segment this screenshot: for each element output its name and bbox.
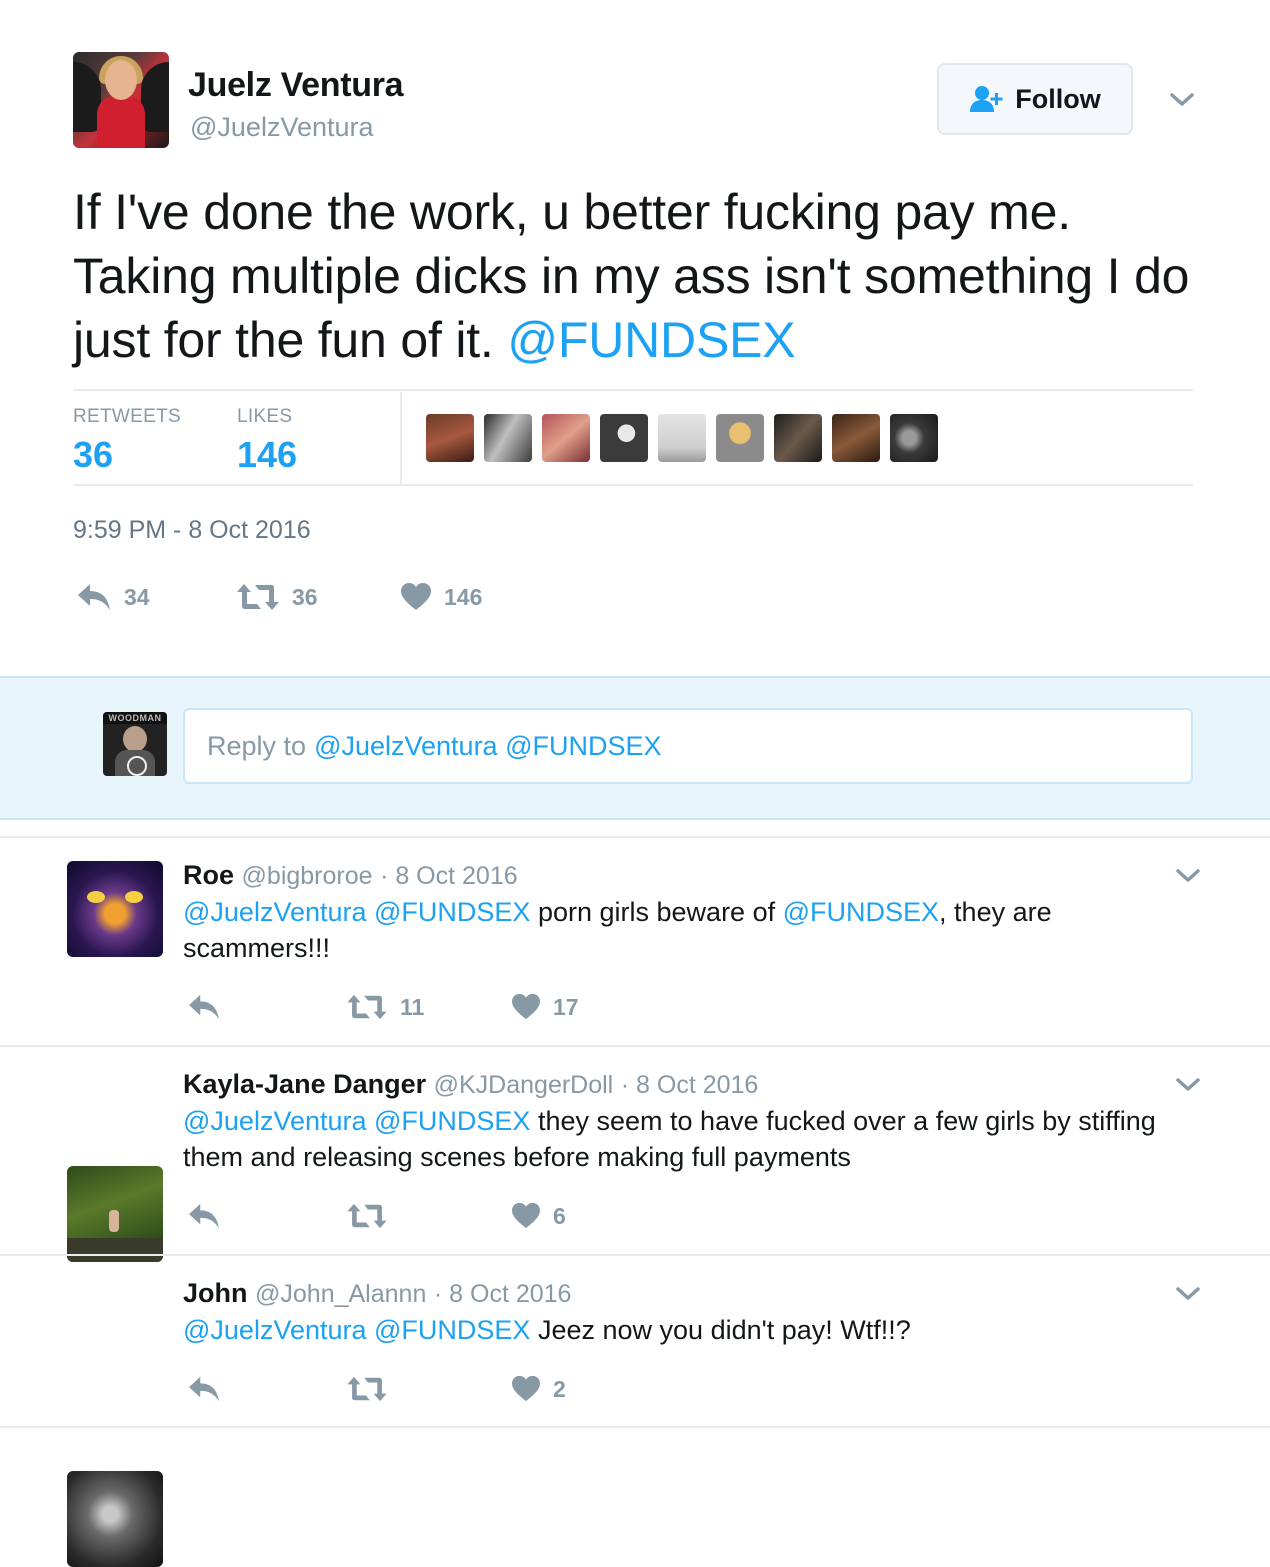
reply-placeholder-prefix: Reply to	[207, 730, 307, 761]
like-button[interactable]: 6	[511, 1202, 566, 1230]
liker-avatar[interactable]	[716, 414, 764, 462]
reply-author-name[interactable]: John	[183, 1278, 248, 1308]
chevron-down-icon[interactable]	[1173, 1069, 1203, 1099]
divider	[73, 389, 1193, 391]
like-count: 2	[553, 1375, 566, 1402]
retweet-count: 36	[292, 583, 318, 610]
retweet-button[interactable]: 11	[346, 993, 424, 1021]
liker-avatar[interactable]	[658, 414, 706, 462]
divider	[0, 836, 1270, 838]
author-avatar[interactable]	[73, 52, 169, 148]
like-button[interactable]: 2	[511, 1375, 566, 1403]
like-count: 17	[553, 993, 579, 1020]
reply-author-handle[interactable]: @bigbroroe	[242, 862, 373, 890]
liker-avatar[interactable]	[774, 414, 822, 462]
author-name[interactable]: Juelz Ventura	[188, 66, 404, 105]
reply-avatar[interactable]	[67, 1471, 163, 1567]
reply-mentions[interactable]: @JuelzVentura @FUNDSEX	[183, 897, 530, 927]
liker-avatar[interactable]	[890, 414, 938, 462]
follow-label: Follow	[1015, 83, 1101, 114]
reply-header: Kayla-Jane Danger @KJDangerDoll · 8 Oct …	[183, 1069, 758, 1100]
reply-button[interactable]	[187, 1202, 221, 1230]
reply-avatar[interactable]	[67, 1166, 163, 1262]
reply-text: @JuelzVentura @FUNDSEX they seem to have…	[183, 1103, 1193, 1175]
tweet-mention-link[interactable]: @FUNDSEX	[507, 312, 795, 368]
tweet-text: If I've done the work, u better fucking …	[73, 180, 1203, 372]
reply-date[interactable]: · 8 Oct 2016	[380, 862, 518, 890]
divider	[0, 1254, 1270, 1256]
reply-mentions[interactable]: @JuelzVentura @FUNDSEX	[183, 1106, 530, 1136]
reply-count: 34	[124, 583, 150, 610]
heart-icon	[401, 583, 431, 610]
retweet-count: 11	[400, 993, 425, 1020]
avatar-watermark: WOODMAN	[103, 712, 167, 724]
reply-header: Roe @bigbroroe · 8 Oct 2016	[183, 860, 518, 891]
stats-divider	[400, 392, 402, 484]
retweet-icon	[347, 1376, 387, 1402]
tweet-timestamp[interactable]: 9:59 PM - 8 Oct 2016	[73, 516, 311, 545]
author-handle[interactable]: @JuelzVentura	[190, 112, 374, 143]
divider	[0, 1426, 1270, 1428]
retweet-button[interactable]: 36	[236, 582, 318, 612]
like-count: 146	[444, 583, 483, 610]
reply-text: @JuelzVentura @FUNDSEX porn girls beware…	[183, 894, 1183, 966]
reply-button[interactable]	[187, 1375, 221, 1403]
reply-date[interactable]: · 8 Oct 2016	[621, 1071, 759, 1099]
reply-input[interactable]: Reply to @JuelzVentura @FUNDSEX	[183, 708, 1193, 784]
reply-icon	[78, 584, 110, 610]
reply-icon	[189, 1376, 219, 1402]
reply-mentions[interactable]: @JuelzVentura @FUNDSEX	[183, 1315, 530, 1345]
liker-avatar[interactable]	[484, 414, 532, 462]
heart-icon	[512, 993, 540, 1020]
reply-author-handle[interactable]: @KJDangerDoll	[434, 1071, 614, 1099]
reply-button[interactable]: 34	[76, 582, 150, 612]
like-count: 6	[553, 1202, 566, 1229]
likes-count[interactable]: 146	[237, 434, 297, 476]
reply-text: @JuelzVentura @FUNDSEX Jeez now you didn…	[183, 1312, 1193, 1348]
liker-avatar[interactable]	[542, 414, 590, 462]
reply-icon	[189, 1203, 219, 1229]
retweets-label: RETWEETS	[73, 406, 181, 427]
retweet-icon	[347, 1203, 387, 1229]
like-button[interactable]: 146	[400, 582, 482, 612]
liker-avatar[interactable]	[600, 414, 648, 462]
reply-author-handle[interactable]: @John_Alannn	[255, 1280, 426, 1308]
reply-avatar[interactable]	[67, 861, 163, 957]
heart-icon	[512, 1202, 540, 1229]
retweet-button[interactable]	[346, 1202, 400, 1230]
current-user-avatar[interactable]: WOODMAN	[103, 712, 167, 776]
reply-icon	[189, 994, 219, 1020]
divider	[0, 1045, 1270, 1047]
retweet-button[interactable]	[346, 1375, 400, 1403]
heart-icon	[512, 1375, 540, 1402]
reply-placeholder-mentions: @JuelzVentura @FUNDSEX	[314, 730, 662, 761]
retweets-count[interactable]: 36	[73, 434, 113, 476]
liker-avatar[interactable]	[426, 414, 474, 462]
reply-body: Jeez now you didn't pay! Wtf!!?	[537, 1315, 911, 1345]
reply-body: porn girls beware of	[537, 897, 776, 927]
reply-author-name[interactable]: Kayla-Jane Danger	[183, 1069, 426, 1099]
follow-user-icon	[970, 86, 1003, 112]
chevron-down-icon[interactable]	[1173, 860, 1203, 890]
reply-button[interactable]	[187, 993, 221, 1021]
likes-label: LIKES	[237, 406, 293, 427]
reply-author-name[interactable]: Roe	[183, 860, 234, 890]
like-button[interactable]: 17	[511, 993, 579, 1021]
reply-date[interactable]: · 8 Oct 2016	[434, 1280, 572, 1308]
reply-header: John @John_Alannn · 8 Oct 2016	[183, 1278, 571, 1309]
retweet-icon	[347, 994, 387, 1020]
likers-avatars	[426, 414, 938, 462]
retweet-icon	[237, 584, 279, 610]
chevron-down-icon[interactable]	[1173, 1278, 1203, 1308]
follow-button[interactable]: Follow	[937, 63, 1133, 135]
chevron-down-icon[interactable]	[1167, 84, 1197, 114]
divider	[73, 484, 1193, 486]
liker-avatar[interactable]	[832, 414, 880, 462]
reply-mention-link[interactable]: @FUNDSEX	[783, 897, 939, 927]
